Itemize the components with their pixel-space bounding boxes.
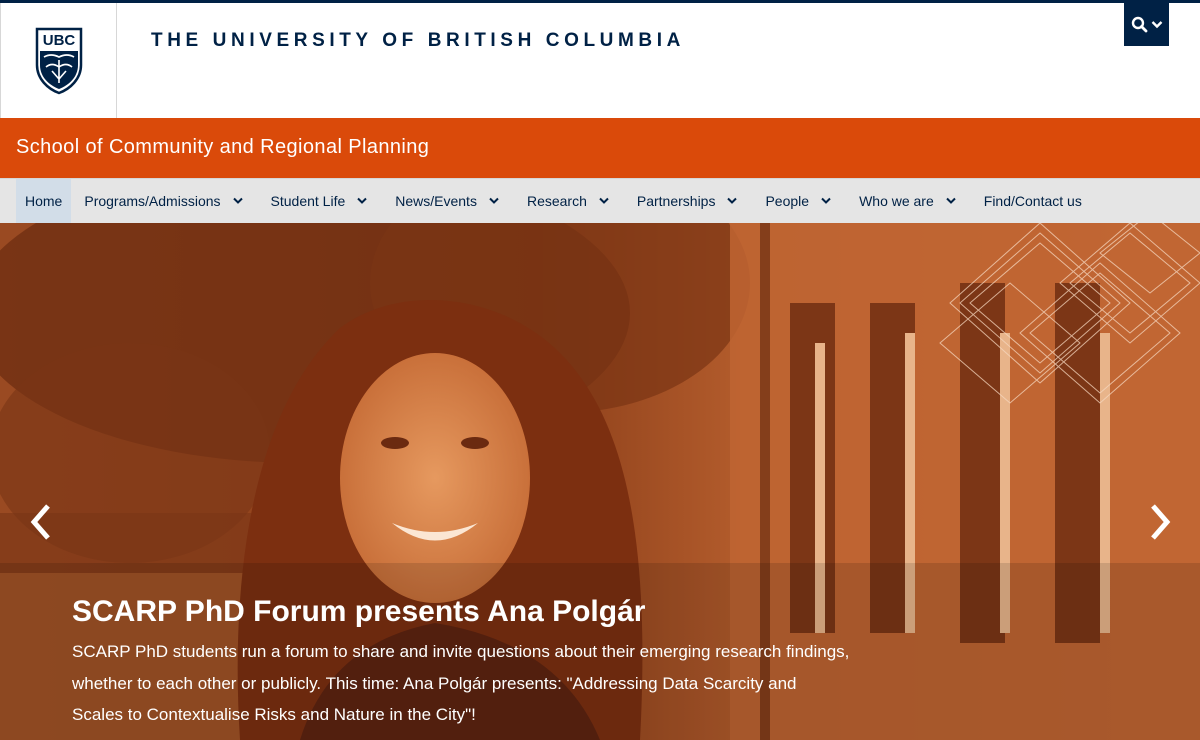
nav-item-home[interactable]: Home	[16, 179, 72, 223]
nav-item-research[interactable]: Research	[514, 179, 624, 223]
chevron-down-icon	[1151, 21, 1162, 29]
university-name[interactable]: THE UNIVERSITY OF BRITISH COLUMBIA	[151, 30, 685, 52]
main-nav: Home Programs/Admissions Student Life Ne…	[0, 178, 1200, 223]
nav-item-partnerships[interactable]: Partnerships	[624, 179, 753, 223]
carousel-description: SCARP PhD students run a forum to share …	[72, 642, 850, 724]
nav-item-label: Partnerships	[636, 193, 716, 209]
nav-item-programs-admissions[interactable]: Programs/Admissions	[71, 179, 257, 223]
carousel-title-link[interactable]: SCARP PhD Forum presents Ana Polgár	[72, 594, 852, 630]
ubc-header: UBC THE UNIVERSITY OF BRITISH COLUMBIA	[0, 3, 1200, 118]
nav-item-label: News/Events	[395, 193, 477, 209]
nav-item-label: Home	[25, 193, 63, 209]
nav-item-label: Student Life	[270, 193, 346, 209]
unit-name-link[interactable]: School of Community and Regional Plannin…	[16, 136, 429, 159]
chevron-down-icon[interactable]	[599, 197, 609, 205]
chevron-down-icon[interactable]	[357, 197, 367, 205]
chevron-down-icon[interactable]	[946, 197, 956, 205]
chevron-left-icon	[30, 504, 50, 540]
nav-item-label: Who we are	[859, 193, 934, 209]
nav-item-label: Programs/Admissions	[84, 193, 221, 209]
ubc-logo-link[interactable]: UBC	[1, 3, 117, 118]
chevron-down-icon[interactable]	[821, 197, 831, 205]
carousel-next-button[interactable]	[1145, 502, 1175, 542]
chevron-right-icon	[1151, 504, 1171, 540]
unit-bar: School of Community and Regional Plannin…	[0, 118, 1200, 178]
search-icon	[1131, 16, 1147, 32]
search-toggle-button[interactable]	[1124, 3, 1169, 46]
nav-item-who-we-are[interactable]: Who we are	[846, 179, 971, 223]
svg-text:UBC: UBC	[43, 32, 76, 49]
nav-item-label: People	[765, 193, 810, 209]
nav-item-label: Research	[526, 193, 587, 209]
carousel-prev-button[interactable]	[26, 502, 56, 542]
chevron-down-icon[interactable]	[232, 197, 243, 205]
nav-item-people[interactable]: People	[752, 179, 846, 223]
chevron-down-icon[interactable]	[727, 197, 738, 205]
ubc-crest-logo: UBC	[35, 27, 83, 95]
nav-item-student-life[interactable]: Student Life	[258, 179, 383, 223]
nav-item-label: Find/Contact us	[983, 193, 1082, 209]
carousel-caption: SCARP PhD Forum presents Ana Polgár SCAR…	[72, 594, 852, 731]
chevron-down-icon[interactable]	[489, 197, 499, 205]
nav-item-find-contact-us[interactable]: Find/Contact us	[971, 179, 1082, 223]
hero-carousel: SCARP PhD Forum presents Ana Polgár SCAR…	[0, 223, 1200, 740]
nav-item-news-events[interactable]: News/Events	[382, 179, 514, 223]
